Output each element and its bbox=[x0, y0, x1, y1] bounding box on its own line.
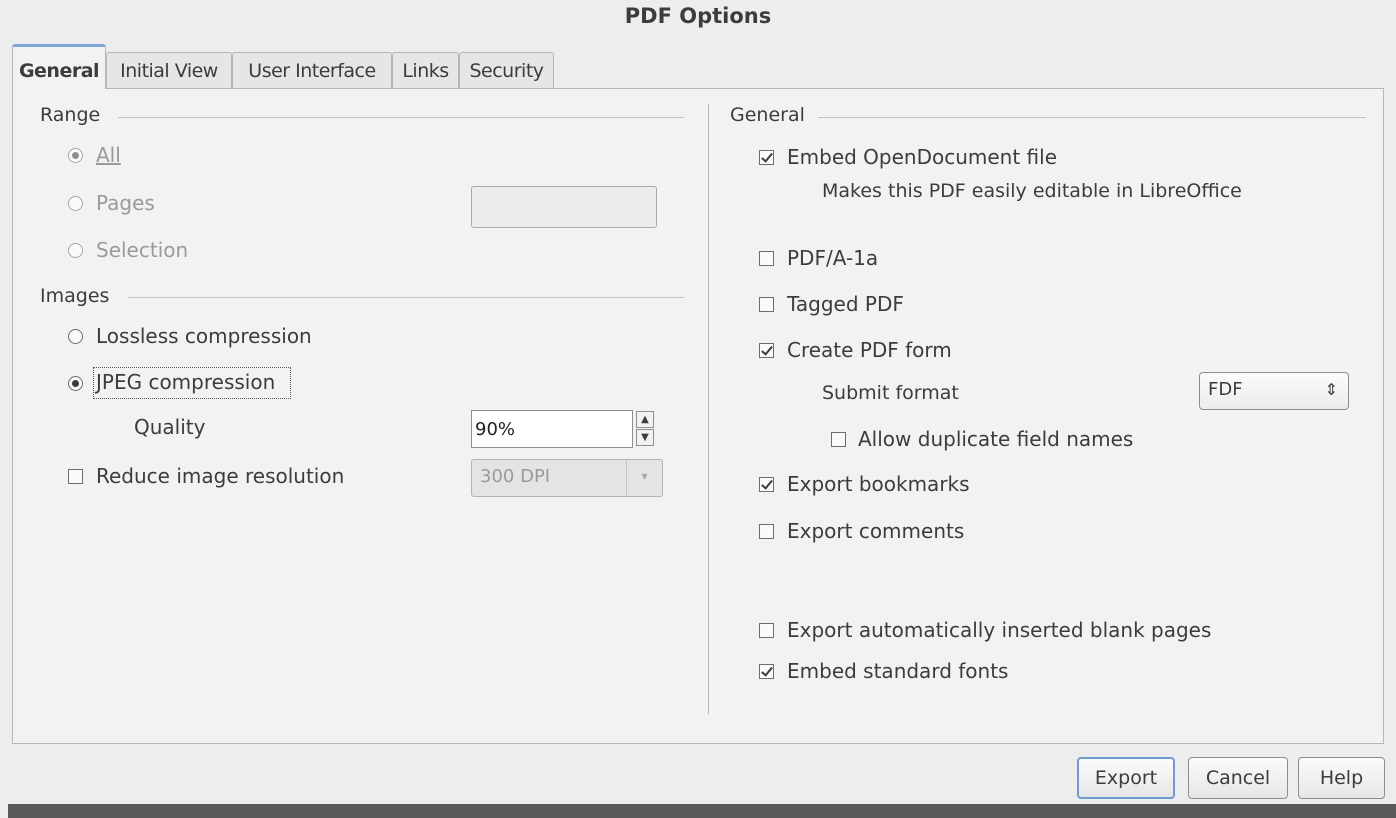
range-all-radio[interactable] bbox=[68, 148, 83, 163]
submit-format-label: Submit format bbox=[822, 382, 959, 404]
quality-label: Quality bbox=[134, 415, 206, 439]
duplicate-names-label[interactable]: Allow duplicate field names bbox=[858, 427, 1133, 451]
lossless-compression-label[interactable]: Lossless compression bbox=[96, 324, 312, 348]
chevron-down-icon: ▾ bbox=[626, 460, 662, 496]
range-all-label[interactable]: All bbox=[96, 143, 121, 167]
images-section-label: Images bbox=[40, 285, 110, 307]
help-button[interactable]: Help bbox=[1298, 757, 1385, 799]
create-form-checkbox[interactable] bbox=[759, 343, 774, 358]
quality-decrease-button[interactable]: ▼ bbox=[636, 429, 654, 446]
range-pages-label[interactable]: Pages bbox=[96, 191, 155, 215]
column-divider bbox=[708, 104, 709, 714]
dialog-title: PDF Options bbox=[624, 4, 772, 28]
pdfa-label[interactable]: PDF/A-1a bbox=[787, 246, 878, 270]
range-separator bbox=[118, 117, 684, 118]
tab-general[interactable]: General bbox=[12, 44, 106, 89]
quality-increase-button[interactable]: ▲ bbox=[636, 411, 654, 428]
range-pages-radio[interactable] bbox=[68, 196, 83, 211]
lossless-compression-radio[interactable] bbox=[68, 329, 83, 344]
embed-odf-hint: Makes this PDF easily editable in LibreO… bbox=[822, 180, 1242, 202]
cancel-button[interactable]: Cancel bbox=[1188, 757, 1288, 799]
pdfa-checkbox[interactable] bbox=[759, 251, 774, 266]
embed-odf-checkbox[interactable] bbox=[759, 150, 774, 165]
blank-pages-checkbox[interactable] bbox=[759, 623, 774, 638]
embed-std-fonts-checkbox[interactable] bbox=[759, 664, 774, 679]
range-section-label: Range bbox=[40, 104, 101, 126]
jpeg-compression-label[interactable]: JPEG compression bbox=[96, 370, 275, 394]
embed-odf-label[interactable]: Embed OpenDocument file bbox=[787, 145, 1057, 169]
submit-format-value: FDF bbox=[1208, 379, 1243, 400]
submit-format-combo[interactable]: FDF ⇕ bbox=[1199, 372, 1349, 410]
quality-input[interactable] bbox=[471, 410, 633, 448]
tab-links[interactable]: Links bbox=[392, 52, 459, 88]
range-selection-label[interactable]: Selection bbox=[96, 238, 188, 262]
export-comments-label[interactable]: Export comments bbox=[787, 519, 964, 543]
general-section-label: General bbox=[730, 104, 805, 126]
tagged-pdf-checkbox[interactable] bbox=[759, 297, 774, 312]
images-separator bbox=[128, 297, 684, 298]
export-bookmarks-checkbox[interactable] bbox=[759, 477, 774, 492]
resolution-combo[interactable]: 300 DPI ▾ bbox=[471, 459, 663, 497]
reduce-resolution-checkbox[interactable] bbox=[68, 469, 83, 484]
tab-security[interactable]: Security bbox=[459, 52, 554, 88]
jpeg-compression-radio[interactable] bbox=[68, 376, 83, 391]
updown-arrow-icon: ⇕ bbox=[1324, 380, 1338, 399]
tab-user-interface[interactable]: User Interface bbox=[232, 52, 392, 88]
export-bookmarks-label[interactable]: Export bookmarks bbox=[787, 472, 970, 496]
tagged-pdf-label[interactable]: Tagged PDF bbox=[787, 292, 904, 316]
resolution-value: 300 DPI bbox=[480, 466, 551, 487]
create-form-label[interactable]: Create PDF form bbox=[787, 338, 952, 362]
tab-initial-view[interactable]: Initial View bbox=[106, 52, 232, 88]
general-separator bbox=[818, 117, 1366, 118]
embed-std-fonts-label[interactable]: Embed standard fonts bbox=[787, 659, 1008, 683]
export-button[interactable]: Export bbox=[1077, 757, 1175, 799]
range-pages-input[interactable] bbox=[471, 186, 657, 228]
reduce-resolution-label[interactable]: Reduce image resolution bbox=[96, 464, 344, 488]
bottom-edge-bar bbox=[8, 804, 1396, 818]
blank-pages-label[interactable]: Export automatically inserted blank page… bbox=[787, 618, 1211, 642]
duplicate-names-checkbox[interactable] bbox=[831, 432, 846, 447]
range-selection-radio[interactable] bbox=[68, 243, 83, 258]
export-comments-checkbox[interactable] bbox=[759, 524, 774, 539]
